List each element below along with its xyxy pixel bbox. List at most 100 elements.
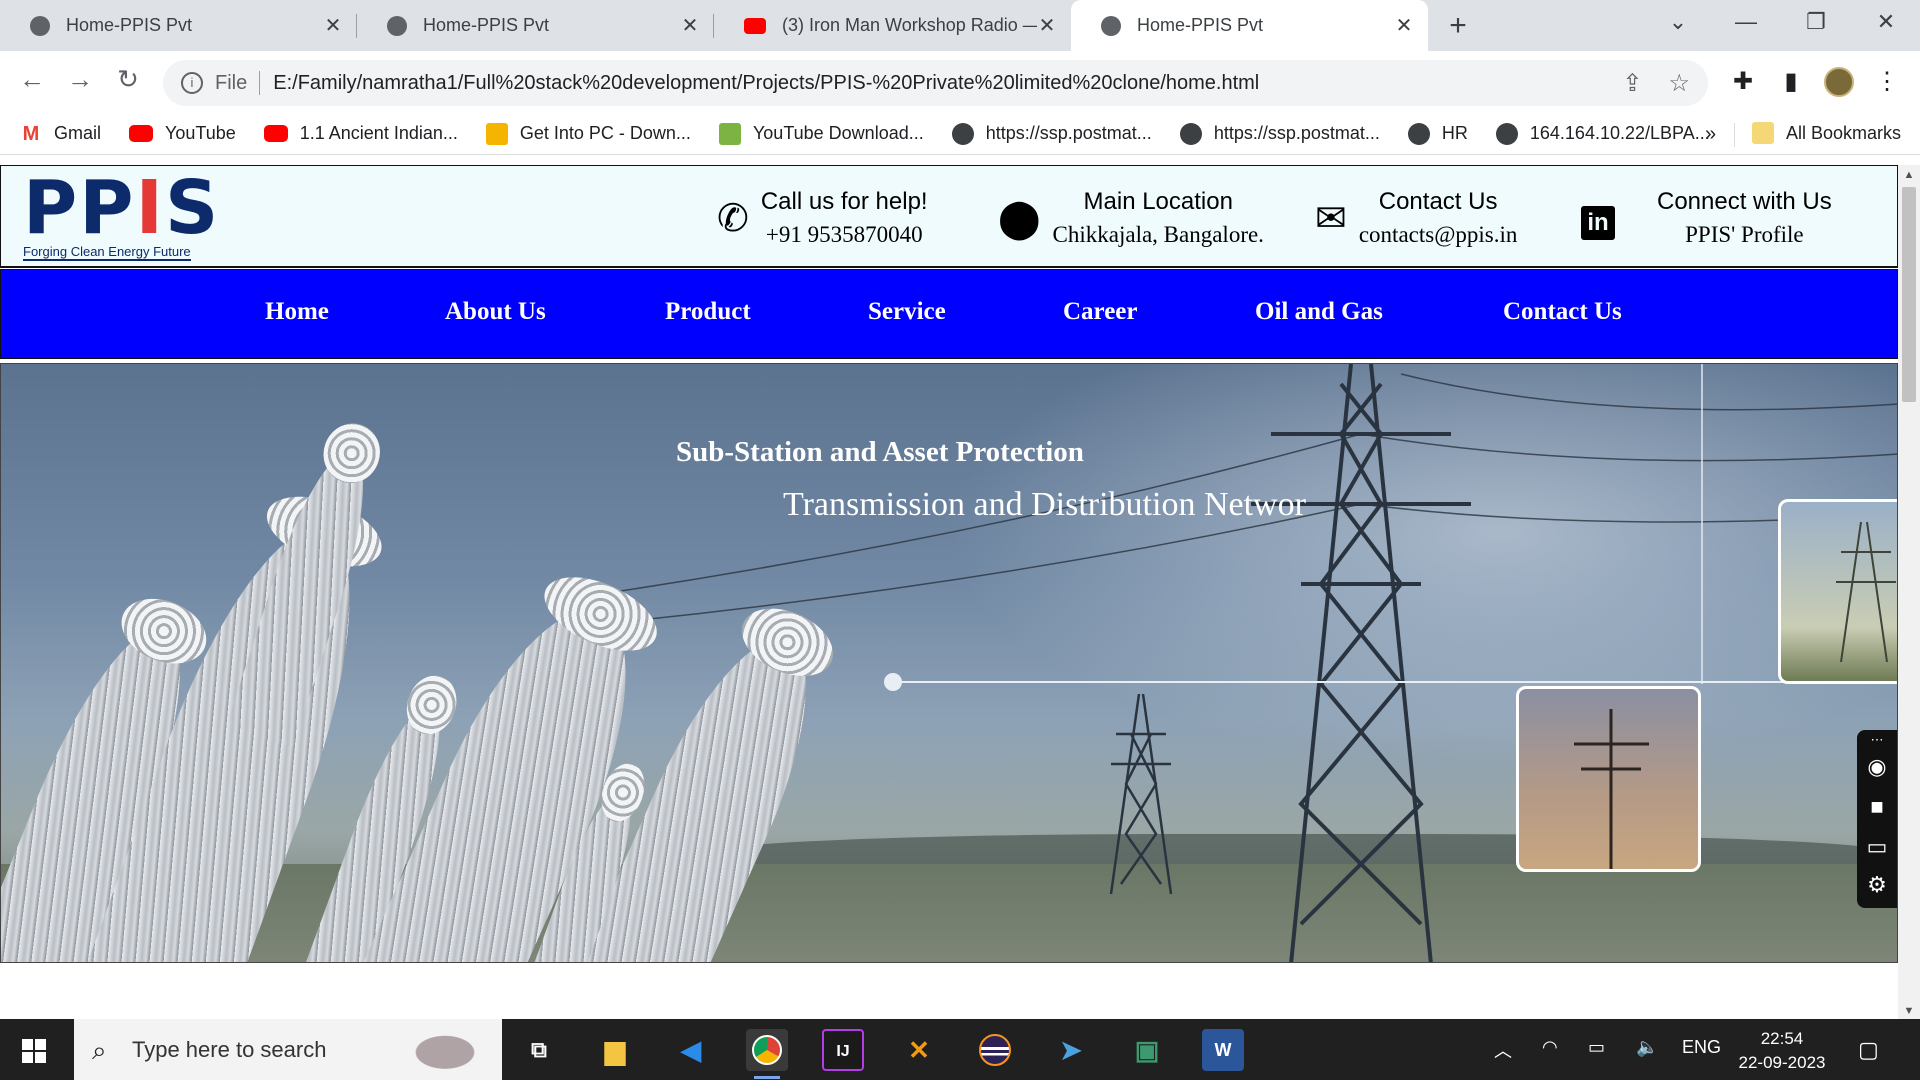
windows-start-icon[interactable]	[22, 1039, 46, 1063]
reload-button[interactable]: ↻	[110, 64, 146, 95]
toolbar-more-icon[interactable]: ⋯	[1857, 732, 1897, 748]
download-icon	[718, 122, 741, 145]
scrollbar-thumb[interactable]	[1902, 187, 1916, 402]
profile-avatar[interactable]	[1824, 67, 1854, 97]
close-tab-icon[interactable]: ✕	[680, 13, 700, 38]
minimize-button[interactable]: —	[1716, 0, 1776, 44]
youtube-icon	[744, 17, 766, 34]
contact-heading: Contact Us	[1378, 188, 1498, 215]
task-view-icon[interactable]: ⧉	[518, 1029, 560, 1071]
nav-service[interactable]: Service	[868, 298, 946, 326]
new-tab-button[interactable]: +	[1428, 0, 1488, 51]
bookmark-youtube-download[interactable]: YouTube Download...	[718, 122, 924, 145]
call-info: ✆ Call us for help! +91 9535870040	[717, 188, 928, 248]
tab-0[interactable]: Home-PPIS Pvt ✕	[0, 0, 357, 51]
bookmark-youtube[interactable]: YouTube	[129, 123, 236, 144]
notifications-icon[interactable]: ▢	[1858, 1037, 1879, 1063]
utility-pole-image	[1574, 709, 1649, 869]
linkedin-icon[interactable]: in	[1581, 197, 1615, 240]
window-close-button[interactable]: ✕	[1856, 0, 1916, 44]
restore-button[interactable]: ❐	[1786, 0, 1846, 44]
bookmarks-overflow-button[interactable]: »	[1705, 123, 1716, 146]
camera-icon[interactable]: ◉	[1857, 754, 1897, 780]
nav-career[interactable]: Career	[1063, 298, 1138, 326]
slide-thumbnail-pole[interactable]	[1516, 686, 1701, 872]
bookmark-label: All Bookmarks	[1786, 122, 1902, 143]
battery-icon[interactable]: ▭	[1588, 1037, 1605, 1058]
vscode-icon[interactable]: ◀	[670, 1029, 712, 1071]
extensions-icon[interactable]: ✚	[1728, 67, 1758, 96]
location-text: Chikkajala, Bangalore.	[1052, 222, 1264, 247]
globe-icon	[1101, 15, 1121, 36]
getintopc-icon	[485, 122, 508, 145]
taskbar-search[interactable]: ⌕ Type here to search	[74, 1019, 502, 1080]
site-info-icon[interactable]: i	[181, 72, 203, 94]
volume-icon[interactable]: 🔈	[1636, 1037, 1658, 1058]
nav-product[interactable]: Product	[665, 298, 751, 326]
intellij-icon[interactable]: IJ	[822, 1029, 864, 1071]
word-icon[interactable]: W	[1202, 1029, 1244, 1071]
tab-search-button[interactable]: ⌄	[1648, 0, 1708, 44]
ppis-logo[interactable]: PPIS Forging Clean Energy Future	[23, 170, 218, 262]
contact-email[interactable]: contacts@ppis.in	[1359, 222, 1518, 248]
video-camera-icon[interactable]: ■	[1857, 794, 1897, 820]
settings-gear-icon[interactable]: ⚙	[1857, 872, 1897, 898]
back-button[interactable]: ←	[14, 64, 50, 95]
bookmark-label: https://ssp.postmat...	[1213, 123, 1380, 143]
nav-contact-us[interactable]: Contact Us	[1503, 298, 1622, 326]
tray-chevron-icon[interactable]: ︿	[1494, 1037, 1512, 1063]
call-number[interactable]: +91 9535870040	[761, 222, 928, 248]
close-tab-icon[interactable]: ✕	[1037, 13, 1057, 38]
bookmark-label: HR	[1441, 123, 1468, 143]
system-clock[interactable]: 22:54 22-09-2023	[1734, 1027, 1830, 1075]
language-indicator[interactable]: ENG	[1682, 1037, 1721, 1058]
slide-thumbnail-tower[interactable]	[1778, 499, 1897, 684]
nav-oil-and-gas[interactable]: Oil and Gas	[1255, 298, 1383, 326]
close-tab-icon[interactable]: ✕	[1394, 13, 1414, 38]
main-nav: Home About Us Product Service Career Oil…	[0, 269, 1898, 359]
share-icon[interactable]: ⇪	[1622, 69, 1642, 98]
nav-about-us[interactable]: About Us	[445, 298, 546, 326]
bookmark-label: YouTube Download...	[752, 123, 924, 143]
bookmark-ssp-2[interactable]: https://ssp.postmat...	[1179, 122, 1380, 145]
tab-1[interactable]: Home-PPIS Pvt ✕	[357, 0, 714, 51]
menu-kebab-icon[interactable]: ⋮	[1872, 67, 1902, 96]
bookmark-lbpa[interactable]: 164.164.10.22/LBPA...	[1495, 122, 1710, 145]
bookmark-ancient-indian[interactable]: 1.1 Ancient Indian...	[263, 123, 458, 144]
bookmark-hr[interactable]: HR	[1407, 122, 1468, 145]
url-text[interactable]: E:/Family/namratha1/Full%20stack%20devel…	[273, 72, 1596, 95]
sublime-icon[interactable]: ▣	[1126, 1029, 1168, 1071]
bookmark-ssp-1[interactable]: https://ssp.postmat...	[951, 122, 1152, 145]
nav-home[interactable]: Home	[265, 298, 329, 326]
phone-icon: ✆	[717, 197, 749, 240]
scroll-up-arrow[interactable]: ▲	[1898, 169, 1920, 181]
tab-3-active[interactable]: Home-PPIS Pvt ✕	[1071, 0, 1428, 51]
xampp-icon[interactable]: ✕	[898, 1029, 940, 1071]
eclipse-icon[interactable]	[974, 1029, 1016, 1071]
browser-toolbar: ← → ↻ i File E:/Family/namratha1/Full%20…	[0, 51, 1920, 113]
close-tab-icon[interactable]: ✕	[323, 13, 343, 38]
bookmark-star-icon[interactable]: ☆	[1668, 69, 1690, 98]
address-bar[interactable]: i File E:/Family/namratha1/Full%20stack%…	[163, 60, 1708, 106]
hero-banner: Sub-Station and Asset Protection Transmi…	[0, 363, 1898, 963]
windows-taskbar: ⌕ Type here to search ⧉ ▆ ◀ IJ ✕ ➤ ▣ W ︿…	[0, 1019, 1920, 1080]
tab-2[interactable]: (3) Iron Man Workshop Radio — ✕	[714, 0, 1071, 51]
chrome-icon[interactable]	[746, 1029, 788, 1079]
bookmark-getintopc[interactable]: Get Into PC - Down...	[485, 122, 691, 145]
linkedin-profile-link[interactable]: PPIS' Profile	[1657, 222, 1832, 248]
contact-info: ✉ Contact Us contacts@ppis.in	[1315, 188, 1517, 248]
bookmark-label: 1.1 Ancient Indian...	[299, 123, 458, 143]
page-scrollbar[interactable]: ▲ ▼	[1898, 165, 1920, 1019]
forward-button[interactable]: →	[62, 64, 98, 95]
mysql-workbench-icon[interactable]: ➤	[1050, 1029, 1092, 1071]
side-panel-icon[interactable]: ▮	[1776, 67, 1806, 96]
linkedin-info: in Connect with Us PPIS' Profile	[1581, 188, 1832, 248]
window-capture-icon[interactable]: ▭	[1857, 834, 1897, 860]
file-explorer-icon[interactable]: ▆	[594, 1029, 636, 1071]
bookmark-gmail[interactable]: M Gmail	[20, 123, 101, 145]
youtube-icon	[129, 125, 154, 142]
all-bookmarks-button[interactable]: All Bookmarks	[1752, 122, 1901, 144]
slider-dot[interactable]	[884, 673, 902, 691]
network-icon[interactable]: ◠	[1542, 1037, 1558, 1058]
scroll-down-arrow[interactable]: ▼	[1898, 1005, 1920, 1017]
